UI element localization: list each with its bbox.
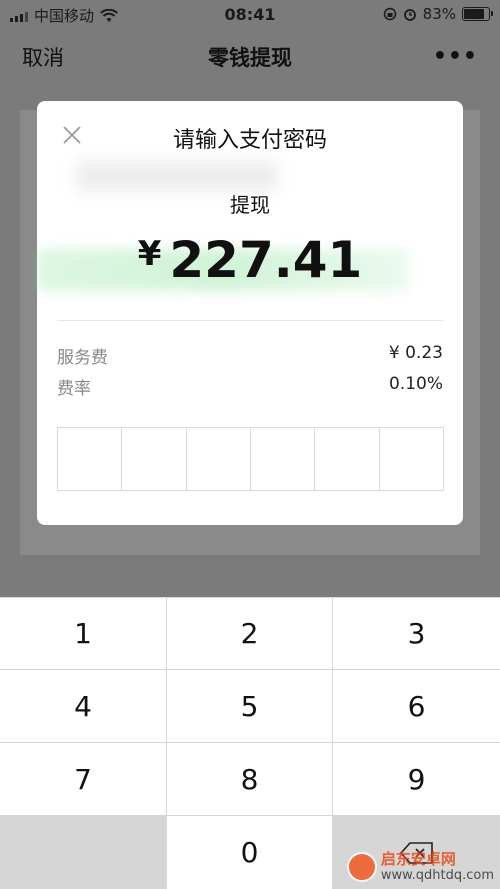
battery-percent: 83% (422, 5, 456, 23)
rate-label: 费率 (57, 379, 91, 399)
password-digit-box (187, 428, 251, 490)
password-digit-box (251, 428, 316, 490)
nav-bar: 取消 零钱提现 ••• (0, 30, 500, 82)
fee-value: ¥ 0.23 (388, 343, 443, 363)
password-input[interactable] (57, 427, 444, 491)
key-3[interactable]: 3 (333, 598, 500, 669)
amount-value: 227.41 (169, 231, 363, 289)
watermark: 启东安卓网 www.qdhtdq.com (346, 851, 494, 883)
password-digit-box (315, 428, 380, 490)
divider (57, 320, 443, 321)
watermark-text: 启东安卓网 www.qdhtdq.com (381, 851, 494, 883)
status-bar: 中国移动 08:41 83% (0, 0, 500, 30)
dialog-title: 请输入支付密码 (172, 128, 327, 153)
key-2[interactable]: 2 (167, 598, 332, 669)
fee-label: 服务费 (57, 348, 108, 368)
blurred-content (77, 161, 277, 191)
key-1[interactable]: 1 (0, 598, 166, 669)
key-7[interactable]: 7 (0, 743, 166, 815)
rate-value: 0.10% (388, 374, 443, 394)
key-9[interactable]: 9 (333, 743, 500, 815)
password-digit-box (58, 428, 123, 490)
key-blank (0, 816, 166, 889)
more-button[interactable]: ••• (433, 44, 478, 69)
withdraw-amount: ¥227.41 (37, 231, 463, 289)
password-digit-box (380, 428, 443, 490)
watermark-logo-icon (346, 852, 377, 883)
watermark-name: 启东安卓网 (380, 850, 456, 869)
key-8[interactable]: 8 (167, 743, 332, 815)
battery-icon (462, 7, 493, 21)
password-digit-box (122, 428, 187, 490)
numeric-keypad: 1 2 3 4 5 6 7 8 9 0 (0, 597, 500, 889)
rotation-lock-icon (383, 7, 396, 21)
status-right: 83% (383, 5, 493, 23)
alarm-icon (403, 9, 416, 21)
page-title: 零钱提现 (208, 46, 292, 70)
key-4[interactable]: 4 (0, 670, 166, 742)
key-0[interactable]: 0 (167, 816, 332, 889)
key-6[interactable]: 6 (333, 670, 500, 742)
payment-password-dialog: 请输入支付密码 提现 ¥227.41 服务费 ¥ 0.23 费率 0.10% (37, 101, 463, 525)
key-5[interactable]: 5 (167, 670, 332, 742)
currency-symbol: ¥ (137, 234, 162, 274)
withdraw-label: 提现 (230, 193, 270, 217)
watermark-url: www.qdhtdq.com (380, 867, 494, 883)
